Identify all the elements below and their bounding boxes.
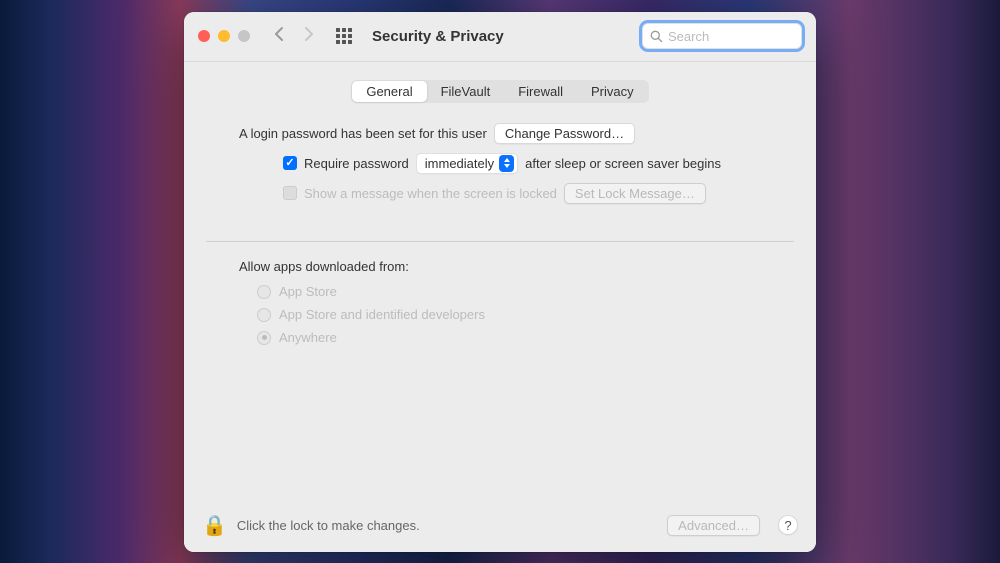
- radio-anywhere-label: Anywhere: [279, 330, 337, 345]
- back-button[interactable]: [274, 26, 285, 47]
- forward-button[interactable]: [303, 26, 314, 47]
- lock-hint-text: Click the lock to make changes.: [237, 518, 657, 533]
- radio-app-store-label: App Store: [279, 284, 337, 299]
- close-window-button[interactable]: [198, 30, 210, 42]
- set-lock-message-button: Set Lock Message…: [564, 183, 706, 204]
- login-password-text: A login password has been set for this u…: [239, 126, 487, 141]
- search-field-container[interactable]: [642, 23, 802, 49]
- radio-identified-developers-label: App Store and identified developers: [279, 307, 485, 322]
- tab-bar: General FileVault Firewall Privacy: [351, 80, 648, 103]
- window-title: Security & Privacy: [372, 28, 634, 45]
- nav-arrows: [274, 26, 314, 47]
- traffic-lights: [198, 30, 250, 42]
- minimize-window-button[interactable]: [218, 30, 230, 42]
- zoom-window-button[interactable]: [238, 30, 250, 42]
- radio-app-store: [257, 285, 271, 299]
- show-lock-message-checkbox: [283, 186, 297, 200]
- show-all-button[interactable]: [336, 28, 352, 44]
- tab-privacy[interactable]: Privacy: [577, 81, 648, 102]
- show-lock-message-label: Show a message when the screen is locked: [304, 186, 557, 201]
- preferences-window: Security & Privacy General FileVault Fir…: [184, 12, 816, 552]
- require-password-delay-value: immediately: [425, 156, 494, 171]
- allow-apps-section: Allow apps downloaded from: App Store Ap…: [184, 241, 816, 353]
- search-icon: [650, 30, 663, 43]
- advanced-button[interactable]: Advanced…: [667, 515, 760, 536]
- radio-identified-developers: [257, 308, 271, 322]
- help-button[interactable]: ?: [778, 515, 798, 535]
- login-password-section: A login password has been set for this u…: [184, 103, 816, 213]
- content-area: General FileVault Firewall Privacy A log…: [184, 62, 816, 552]
- allow-apps-heading: Allow apps downloaded from:: [239, 259, 761, 274]
- tab-general[interactable]: General: [352, 81, 426, 102]
- select-arrows-icon: [499, 155, 514, 172]
- tab-firewall[interactable]: Firewall: [504, 81, 577, 102]
- tab-filevault[interactable]: FileVault: [427, 81, 505, 102]
- search-input[interactable]: [668, 29, 794, 44]
- lock-icon[interactable]: 🔒: [202, 513, 227, 538]
- require-password-suffix: after sleep or screen saver begins: [525, 156, 721, 171]
- change-password-button[interactable]: Change Password…: [494, 123, 635, 144]
- titlebar: Security & Privacy: [184, 12, 816, 62]
- require-password-delay-select[interactable]: immediately: [416, 153, 518, 174]
- require-password-checkbox[interactable]: [283, 156, 297, 170]
- require-password-label: Require password: [304, 156, 409, 171]
- footer: 🔒 Click the lock to make changes. Advanc…: [184, 499, 816, 552]
- radio-anywhere: [257, 331, 271, 345]
